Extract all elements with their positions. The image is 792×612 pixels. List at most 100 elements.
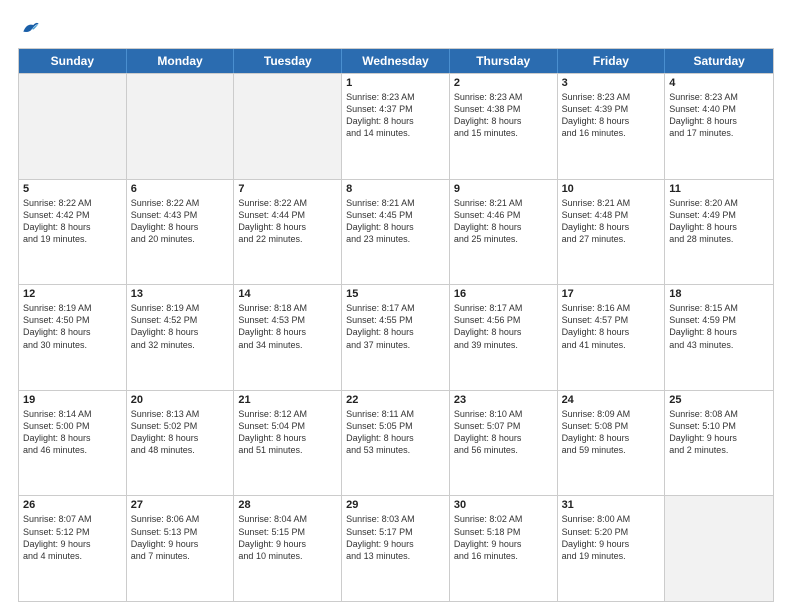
day-number: 3 bbox=[562, 77, 661, 89]
calendar-day-4: 4 Sunrise: 8:23 AM Sunset: 4:40 PM Daylig… bbox=[665, 74, 773, 179]
day-info: Sunrise: 8:17 AM Sunset: 4:56 PM Dayligh… bbox=[454, 302, 553, 351]
day-number: 2 bbox=[454, 77, 553, 89]
calendar-day-30: 30 Sunrise: 8:02 AM Sunset: 5:18 PM Dayli… bbox=[450, 496, 558, 601]
weekday-header-saturday: Saturday bbox=[665, 49, 773, 73]
calendar-row-4: 19 Sunrise: 8:14 AM Sunset: 5:00 PM Dayli… bbox=[19, 390, 773, 496]
day-info: Sunrise: 8:06 AM Sunset: 5:13 PM Dayligh… bbox=[131, 513, 230, 562]
day-info: Sunrise: 8:23 AM Sunset: 4:40 PM Dayligh… bbox=[669, 91, 769, 140]
weekday-header-wednesday: Wednesday bbox=[342, 49, 450, 73]
day-number: 20 bbox=[131, 394, 230, 406]
calendar-row-5: 26 Sunrise: 8:07 AM Sunset: 5:12 PM Dayli… bbox=[19, 495, 773, 601]
day-info: Sunrise: 8:21 AM Sunset: 4:45 PM Dayligh… bbox=[346, 197, 445, 246]
calendar-day-27: 27 Sunrise: 8:06 AM Sunset: 5:13 PM Dayli… bbox=[127, 496, 235, 601]
calendar-empty-cell bbox=[127, 74, 235, 179]
calendar: SundayMondayTuesdayWednesdayThursdayFrid… bbox=[18, 48, 774, 602]
day-number: 14 bbox=[238, 288, 337, 300]
calendar-row-2: 5 Sunrise: 8:22 AM Sunset: 4:42 PM Daylig… bbox=[19, 179, 773, 285]
page: SundayMondayTuesdayWednesdayThursdayFrid… bbox=[0, 0, 792, 612]
day-info: Sunrise: 8:11 AM Sunset: 5:05 PM Dayligh… bbox=[346, 408, 445, 457]
calendar-day-5: 5 Sunrise: 8:22 AM Sunset: 4:42 PM Daylig… bbox=[19, 180, 127, 285]
day-info: Sunrise: 8:14 AM Sunset: 5:00 PM Dayligh… bbox=[23, 408, 122, 457]
calendar-day-1: 1 Sunrise: 8:23 AM Sunset: 4:37 PM Daylig… bbox=[342, 74, 450, 179]
weekday-header-monday: Monday bbox=[127, 49, 235, 73]
day-number: 12 bbox=[23, 288, 122, 300]
calendar-day-24: 24Sunrise: 8:09 AM Sunset: 5:08 PM Dayli… bbox=[558, 391, 666, 496]
day-info: Sunrise: 8:09 AM Sunset: 5:08 PM Dayligh… bbox=[562, 408, 661, 457]
calendar-day-26: 26 Sunrise: 8:07 AM Sunset: 5:12 PM Dayli… bbox=[19, 496, 127, 601]
day-info: Sunrise: 8:04 AM Sunset: 5:15 PM Dayligh… bbox=[238, 513, 337, 562]
calendar-day-9: 9 Sunrise: 8:21 AM Sunset: 4:46 PM Daylig… bbox=[450, 180, 558, 285]
day-info: Sunrise: 8:22 AM Sunset: 4:44 PM Dayligh… bbox=[238, 197, 337, 246]
calendar-day-20: 20Sunrise: 8:13 AM Sunset: 5:02 PM Dayli… bbox=[127, 391, 235, 496]
day-info: Sunrise: 8:19 AM Sunset: 4:50 PM Dayligh… bbox=[23, 302, 122, 351]
day-number: 23 bbox=[454, 394, 553, 406]
calendar-day-31: 31 Sunrise: 8:00 AM Sunset: 5:20 PM Dayli… bbox=[558, 496, 666, 601]
calendar-day-14: 14Sunrise: 8:18 AM Sunset: 4:53 PM Dayli… bbox=[234, 285, 342, 390]
logo-bird-icon bbox=[20, 18, 40, 38]
day-number: 29 bbox=[346, 499, 445, 511]
day-number: 25 bbox=[669, 394, 769, 406]
day-number: 10 bbox=[562, 183, 661, 195]
calendar-day-2: 2 Sunrise: 8:23 AM Sunset: 4:38 PM Daylig… bbox=[450, 74, 558, 179]
day-info: Sunrise: 8:20 AM Sunset: 4:49 PM Dayligh… bbox=[669, 197, 769, 246]
weekday-header-friday: Friday bbox=[558, 49, 666, 73]
day-number: 18 bbox=[669, 288, 769, 300]
weekday-header-sunday: Sunday bbox=[19, 49, 127, 73]
day-number: 26 bbox=[23, 499, 122, 511]
day-number: 22 bbox=[346, 394, 445, 406]
day-number: 1 bbox=[346, 77, 445, 89]
day-number: 5 bbox=[23, 183, 122, 195]
day-number: 17 bbox=[562, 288, 661, 300]
day-number: 8 bbox=[346, 183, 445, 195]
day-info: Sunrise: 8:21 AM Sunset: 4:48 PM Dayligh… bbox=[562, 197, 661, 246]
day-info: Sunrise: 8:10 AM Sunset: 5:07 PM Dayligh… bbox=[454, 408, 553, 457]
day-number: 28 bbox=[238, 499, 337, 511]
calendar-row-3: 12 Sunrise: 8:19 AM Sunset: 4:50 PM Dayli… bbox=[19, 284, 773, 390]
day-number: 6 bbox=[131, 183, 230, 195]
calendar-empty-cell bbox=[19, 74, 127, 179]
calendar-day-3: 3 Sunrise: 8:23 AM Sunset: 4:39 PM Daylig… bbox=[558, 74, 666, 179]
calendar-day-17: 17 Sunrise: 8:16 AM Sunset: 4:57 PM Dayli… bbox=[558, 285, 666, 390]
day-info: Sunrise: 8:16 AM Sunset: 4:57 PM Dayligh… bbox=[562, 302, 661, 351]
day-info: Sunrise: 8:22 AM Sunset: 4:43 PM Dayligh… bbox=[131, 197, 230, 246]
day-info: Sunrise: 8:12 AM Sunset: 5:04 PM Dayligh… bbox=[238, 408, 337, 457]
day-info: Sunrise: 8:23 AM Sunset: 4:38 PM Dayligh… bbox=[454, 91, 553, 140]
calendar-day-10: 10 Sunrise: 8:21 AM Sunset: 4:48 PM Dayli… bbox=[558, 180, 666, 285]
calendar-day-29: 29 Sunrise: 8:03 AM Sunset: 5:17 PM Dayli… bbox=[342, 496, 450, 601]
day-number: 7 bbox=[238, 183, 337, 195]
calendar-body: 1 Sunrise: 8:23 AM Sunset: 4:37 PM Daylig… bbox=[19, 73, 773, 601]
day-number: 30 bbox=[454, 499, 553, 511]
day-number: 16 bbox=[454, 288, 553, 300]
day-info: Sunrise: 8:08 AM Sunset: 5:10 PM Dayligh… bbox=[669, 408, 769, 457]
weekday-header-thursday: Thursday bbox=[450, 49, 558, 73]
calendar-day-21: 21Sunrise: 8:12 AM Sunset: 5:04 PM Dayli… bbox=[234, 391, 342, 496]
calendar-day-11: 11 Sunrise: 8:20 AM Sunset: 4:49 PM Dayli… bbox=[665, 180, 773, 285]
calendar-day-22: 22 Sunrise: 8:11 AM Sunset: 5:05 PM Dayli… bbox=[342, 391, 450, 496]
day-info: Sunrise: 8:17 AM Sunset: 4:55 PM Dayligh… bbox=[346, 302, 445, 351]
day-info: Sunrise: 8:07 AM Sunset: 5:12 PM Dayligh… bbox=[23, 513, 122, 562]
day-info: Sunrise: 8:22 AM Sunset: 4:42 PM Dayligh… bbox=[23, 197, 122, 246]
day-info: Sunrise: 8:23 AM Sunset: 4:37 PM Dayligh… bbox=[346, 91, 445, 140]
day-number: 31 bbox=[562, 499, 661, 511]
day-info: Sunrise: 8:21 AM Sunset: 4:46 PM Dayligh… bbox=[454, 197, 553, 246]
weekday-header-tuesday: Tuesday bbox=[234, 49, 342, 73]
calendar-day-19: 19 Sunrise: 8:14 AM Sunset: 5:00 PM Dayli… bbox=[19, 391, 127, 496]
calendar-header: SundayMondayTuesdayWednesdayThursdayFrid… bbox=[19, 49, 773, 73]
day-number: 19 bbox=[23, 394, 122, 406]
day-info: Sunrise: 8:02 AM Sunset: 5:18 PM Dayligh… bbox=[454, 513, 553, 562]
calendar-day-25: 25 Sunrise: 8:08 AM Sunset: 5:10 PM Dayli… bbox=[665, 391, 773, 496]
day-info: Sunrise: 8:00 AM Sunset: 5:20 PM Dayligh… bbox=[562, 513, 661, 562]
calendar-day-18: 18Sunrise: 8:15 AM Sunset: 4:59 PM Dayli… bbox=[665, 285, 773, 390]
day-number: 27 bbox=[131, 499, 230, 511]
calendar-empty-cell bbox=[234, 74, 342, 179]
day-number: 13 bbox=[131, 288, 230, 300]
calendar-day-13: 13Sunrise: 8:19 AM Sunset: 4:52 PM Dayli… bbox=[127, 285, 235, 390]
day-number: 11 bbox=[669, 183, 769, 195]
day-info: Sunrise: 8:23 AM Sunset: 4:39 PM Dayligh… bbox=[562, 91, 661, 140]
calendar-day-7: 7 Sunrise: 8:22 AM Sunset: 4:44 PM Daylig… bbox=[234, 180, 342, 285]
calendar-row-1: 1 Sunrise: 8:23 AM Sunset: 4:37 PM Daylig… bbox=[19, 73, 773, 179]
calendar-day-6: 6 Sunrise: 8:22 AM Sunset: 4:43 PM Daylig… bbox=[127, 180, 235, 285]
day-number: 9 bbox=[454, 183, 553, 195]
day-number: 4 bbox=[669, 77, 769, 89]
day-info: Sunrise: 8:03 AM Sunset: 5:17 PM Dayligh… bbox=[346, 513, 445, 562]
